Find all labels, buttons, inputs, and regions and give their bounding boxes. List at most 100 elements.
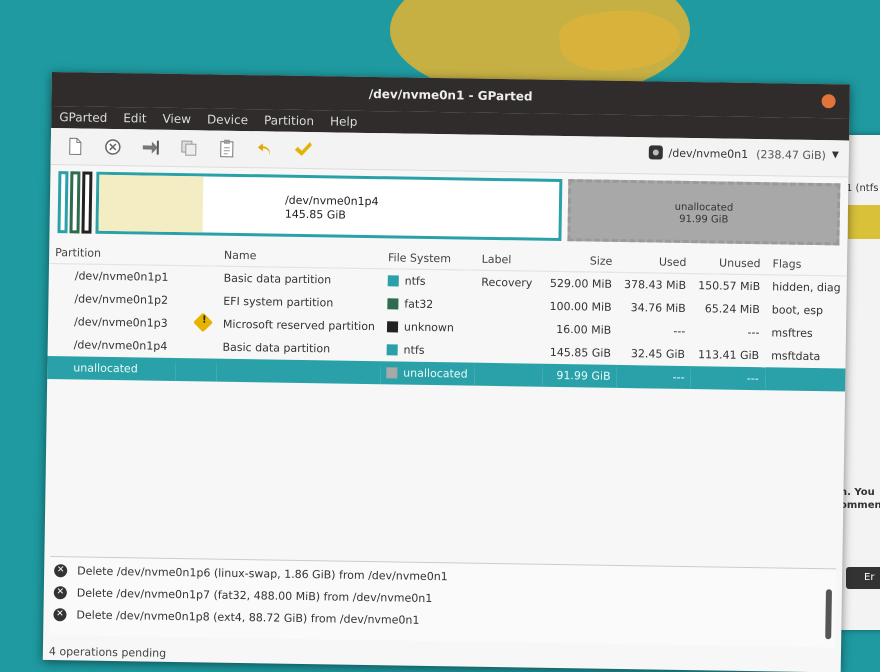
status-bar: 4 operations pending [48, 645, 167, 660]
window-title: /dev/nvme0n1 - GParted [368, 86, 533, 104]
resize-move-icon [142, 140, 159, 155]
cell-name: Microsoft reserved partition [222, 317, 376, 334]
cell-name: Basic data partition [222, 340, 331, 356]
fs-name: unknown [403, 320, 455, 335]
fs-name: fat32 [404, 297, 434, 312]
cell-size: 529.00 MiB [549, 276, 613, 291]
copy-button[interactable] [175, 135, 203, 161]
cell-name: Basic data partition [223, 271, 332, 287]
col-label[interactable]: Label [475, 247, 545, 272]
fs-swatch [387, 298, 399, 310]
cell-warn [175, 335, 216, 359]
col-size[interactable]: Size [544, 248, 619, 273]
device-selector[interactable]: /dev/nvme0n1 (238.47 GiB) ▼ [648, 145, 839, 162]
dialog-partial-text: 1 (ntfs [846, 183, 879, 194]
delete-op-icon: ✕ [53, 585, 67, 599]
dialog-button[interactable]: Er [846, 567, 880, 589]
diskmap-p3[interactable] [81, 171, 93, 234]
cell-used: --- [616, 364, 691, 390]
cell-flags [764, 367, 846, 392]
undo-icon [257, 143, 270, 156]
cell-size: 91.99 GiB [542, 363, 617, 388]
cell-used: --- [673, 324, 686, 338]
cell-used: 32.45 GiB [630, 347, 686, 361]
dialog-disk-bar [848, 205, 880, 239]
cell-flags: hidden, diag [772, 280, 841, 295]
menu-gparted[interactable]: GParted [59, 110, 107, 125]
col-unused[interactable]: Unused [692, 251, 767, 275]
fs-swatch [387, 275, 399, 287]
cell-filesystem: fat32 [381, 292, 475, 316]
apply-button[interactable] [289, 137, 317, 163]
cell-label [473, 362, 543, 387]
menu-view[interactable]: View [162, 112, 191, 126]
diskmap-p4-size: 145.85 GiB [284, 207, 347, 222]
cell-unused: 113.41 GiB [697, 348, 760, 363]
cell-filesystem: ntfs [382, 269, 476, 294]
chevron-down-icon: ▼ [831, 150, 839, 161]
resize-move-button[interactable] [137, 134, 165, 160]
cell-unused: --- [747, 325, 760, 340]
pending-operations-panel: ✕ Delete /dev/nvme0n1p6 (linux-swap, 1.8… [49, 556, 837, 648]
diskmap-p1[interactable] [57, 171, 69, 234]
cell-label [474, 317, 543, 341]
undo-button[interactable] [251, 136, 279, 162]
fs-name: ntfs [404, 274, 426, 288]
paste-icon [220, 139, 234, 158]
col-used[interactable]: Used [618, 249, 693, 274]
cell-size: 145.85 GiB [549, 345, 612, 360]
warning-icon [193, 312, 213, 333]
cell-used: 378.43 MiB [623, 278, 687, 292]
paste-button[interactable] [213, 136, 241, 162]
menu-device[interactable]: Device [207, 112, 248, 127]
cell-filesystem: unknown [381, 315, 475, 339]
diskmap-p4-used [98, 174, 204, 233]
cell-size: 100.00 MiB [549, 299, 612, 314]
cell-warn [174, 357, 217, 382]
cell-label [475, 294, 544, 318]
dialog-text-line2: ommend [840, 500, 880, 511]
diskmap-p4[interactable]: /dev/nvme0n1p4 145.85 GiB [95, 171, 563, 242]
disk-map: /dev/nvme0n1p4 145.85 GiB unallocated 91… [55, 171, 842, 246]
operation-text: Delete /dev/nvme0n1p6 (linux-swap, 1.86 … [77, 563, 448, 583]
diskmap-p2[interactable] [69, 171, 81, 234]
cell-warn [176, 289, 217, 313]
cell-unused: 150.57 MiB [698, 279, 761, 294]
ops-scrollbar[interactable] [825, 589, 832, 640]
delete-op-icon: ✕ [53, 607, 67, 621]
delete-partition-button[interactable] [99, 134, 127, 160]
fs-swatch [386, 344, 398, 356]
close-icon[interactable] [821, 94, 836, 109]
cell-used: 34.76 MiB [630, 301, 686, 315]
partition-table: Partition Name File System Label Size Us… [47, 240, 848, 392]
fs-name: ntfs [403, 343, 425, 357]
cell-warn [176, 265, 217, 289]
new-partition-button[interactable] [61, 133, 89, 159]
cell-flags: msftdata [771, 349, 821, 364]
col-name[interactable]: Name [217, 243, 383, 269]
cell-filesystem: unallocated [380, 361, 475, 386]
col-flags[interactable]: Flags [766, 252, 848, 277]
menu-edit[interactable]: Edit [123, 111, 146, 125]
device-size: (238.47 GiB) [756, 147, 826, 162]
disk-icon [648, 145, 663, 160]
menu-help[interactable]: Help [330, 114, 358, 128]
delete-op-icon: ✕ [54, 563, 68, 577]
col-filesystem[interactable]: File System [381, 246, 476, 271]
cell-filesystem: ntfs [380, 338, 474, 362]
col-partition[interactable]: Partition [48, 240, 178, 266]
cell-label [474, 340, 543, 364]
diskmap-p4-label: /dev/nvme0n1p4 [284, 193, 379, 209]
cell-size: 16.00 MiB [556, 322, 612, 337]
cell-unused: 65.24 MiB [704, 302, 760, 317]
menu-partition[interactable]: Partition [264, 113, 314, 128]
diskmap-unallocated[interactable]: unallocated 91.99 GiB [567, 179, 841, 246]
cell-name [216, 358, 381, 385]
copy-icon [181, 140, 197, 156]
cell-flags: boot, esp [771, 303, 824, 318]
cell-warn [176, 312, 217, 336]
fs-swatch [386, 321, 399, 333]
cell-partition: /dev/nvme0n1p3 [73, 315, 168, 330]
dialog-text-line1: n. You [840, 487, 875, 498]
cell-partition: /dev/nvme0n1p2 [74, 292, 169, 307]
